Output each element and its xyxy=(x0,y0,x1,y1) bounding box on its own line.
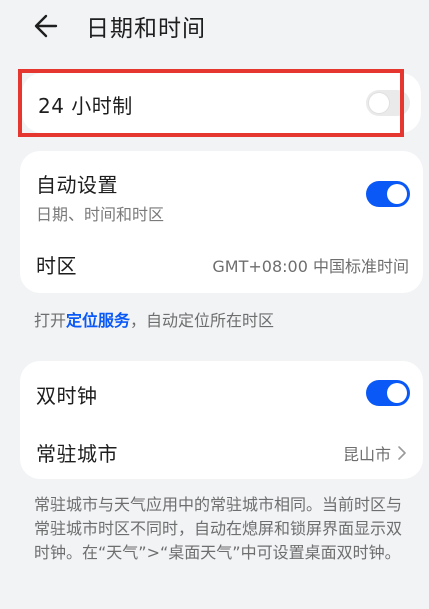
location-service-link[interactable]: 定位服务 xyxy=(66,311,130,330)
dual-clock-toggle[interactable] xyxy=(366,380,410,406)
dual-clock-footnote: 常驻城市与天气应用中的常驻城市相同。当前时区与常驻城市时区不同时，自动在熄屏和锁… xyxy=(34,495,403,562)
home-city-label: 常驻城市 xyxy=(36,442,118,466)
toggle-knob xyxy=(387,383,407,403)
back-arrow-icon[interactable] xyxy=(30,10,70,42)
auto-settings-sublabel: 日期、时间和时区 xyxy=(36,205,165,224)
location-note-prefix: 打开 xyxy=(34,311,67,330)
auto-settings-label: 自动设置 xyxy=(36,173,118,197)
timezone-value: GMT+08:00 中国标准时间 xyxy=(212,257,409,276)
dual-clock-card: 双时钟 常驻城市 昆山市 xyxy=(20,361,423,479)
toggle-knob xyxy=(387,184,407,204)
home-city-value: 昆山市 xyxy=(342,445,391,464)
location-note-suffix: ，自动定位所在时区 xyxy=(130,311,275,330)
auto-settings-card: 自动设置 日期、时间和时区 时区 GMT+08:00 中国标准时间 xyxy=(20,151,423,293)
chevron-right-icon xyxy=(398,446,406,460)
dual-clock-label: 双时钟 xyxy=(36,384,98,408)
header: 日期和时间 xyxy=(0,0,429,52)
timezone-label: 时区 xyxy=(36,254,77,278)
home-city-row[interactable]: 常驻城市 昆山市 xyxy=(20,421,423,479)
auto-settings-row[interactable]: 自动设置 日期、时间和时区 xyxy=(20,151,423,235)
timezone-row[interactable]: 时区 GMT+08:00 中国标准时间 xyxy=(20,235,423,293)
auto-settings-toggle[interactable] xyxy=(366,181,410,207)
page-title: 日期和时间 xyxy=(86,16,206,42)
dual-clock-row[interactable]: 双时钟 xyxy=(20,361,423,421)
highlight-box xyxy=(18,69,404,137)
location-note: 打开定位服务，自动定位所在时区 xyxy=(34,307,274,331)
